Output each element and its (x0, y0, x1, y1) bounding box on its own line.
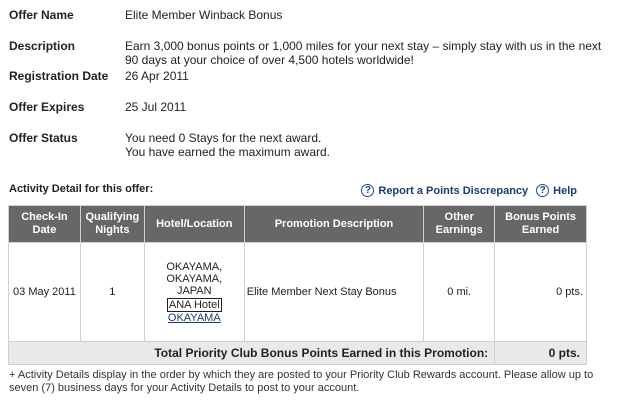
footnote: + Activity Details display in the order … (9, 369, 594, 394)
offer-name-value: Elite Member Winback Bonus (125, 8, 283, 22)
col-promotion-description: Promotion Description (243, 205, 425, 243)
check-in-date-cell: 03 May 2011 (8, 242, 81, 342)
total-row: Total Priority Club Bonus Points Earned … (7, 341, 587, 365)
registration-date-value: 26 Apr 2011 (125, 69, 189, 83)
hotel-city: OKAYAMA, (166, 260, 223, 273)
table-header-row: Check-In Date Qualifying Nights Hotel/Lo… (8, 205, 587, 243)
status-line-1: You need 0 Stays for the next award. (125, 131, 322, 145)
hotel-location-cell: OKAYAMA, OKAYAMA, JAPAN ANA Hotel OKAYAM… (143, 242, 245, 342)
col-qualifying-nights: Qualifying Nights (79, 205, 145, 243)
activity-detail-title: Activity Detail for this offer: (9, 183, 154, 195)
help-link[interactable]: Help (553, 185, 577, 197)
question-icon: ? (361, 184, 375, 197)
hotel-link[interactable]: OKAYAMA (168, 312, 221, 324)
activity-links: ? Report a Points Discrepancy ? Help (361, 184, 577, 197)
total-value: 0 pts. (494, 341, 587, 365)
registration-date-label: Registration Date (9, 69, 109, 83)
hotel-region: OKAYAMA, (166, 272, 223, 285)
offer-expires-value: 25 Jul 2011 (125, 100, 187, 114)
col-other-earnings: Other Earnings (423, 205, 496, 243)
total-label: Total Priority Club Bonus Points Earned … (7, 341, 496, 365)
promotion-description-cell: Elite Member Next Stay Bonus (243, 242, 425, 342)
hotel-country: JAPAN (176, 284, 212, 297)
hotel-name: ANA Hotel (166, 297, 222, 312)
offer-name-label: Offer Name (9, 8, 74, 22)
col-bonus-points: Bonus Points Earned (494, 205, 587, 243)
offer-expires-label: Offer Expires (9, 100, 85, 114)
bonus-points-cell: 0 pts. (494, 242, 587, 342)
offer-status-value: You need 0 Stays for the next award. You… (125, 131, 605, 159)
description-value: Earn 3,000 bonus points or 1,000 miles f… (125, 39, 602, 67)
col-hotel-location: Hotel/Location (143, 205, 245, 243)
description-label: Description (9, 39, 76, 53)
status-line-2: You have earned the maximum award. (125, 145, 331, 159)
report-discrepancy-link[interactable]: Report a Points Discrepancy (378, 185, 528, 197)
table-row: 03 May 2011 1 OKAYAMA, OKAYAMA, JAPAN AN… (8, 242, 587, 342)
qualifying-nights-cell: 1 (79, 242, 145, 342)
other-earnings-cell: 0 mi. (423, 242, 496, 342)
help-icon: ? (536, 184, 550, 197)
col-check-in-date: Check-In Date (8, 205, 81, 243)
offer-status-label: Offer Status (9, 131, 78, 145)
activity-table: Check-In Date Qualifying Nights Hotel/Lo… (7, 205, 587, 365)
